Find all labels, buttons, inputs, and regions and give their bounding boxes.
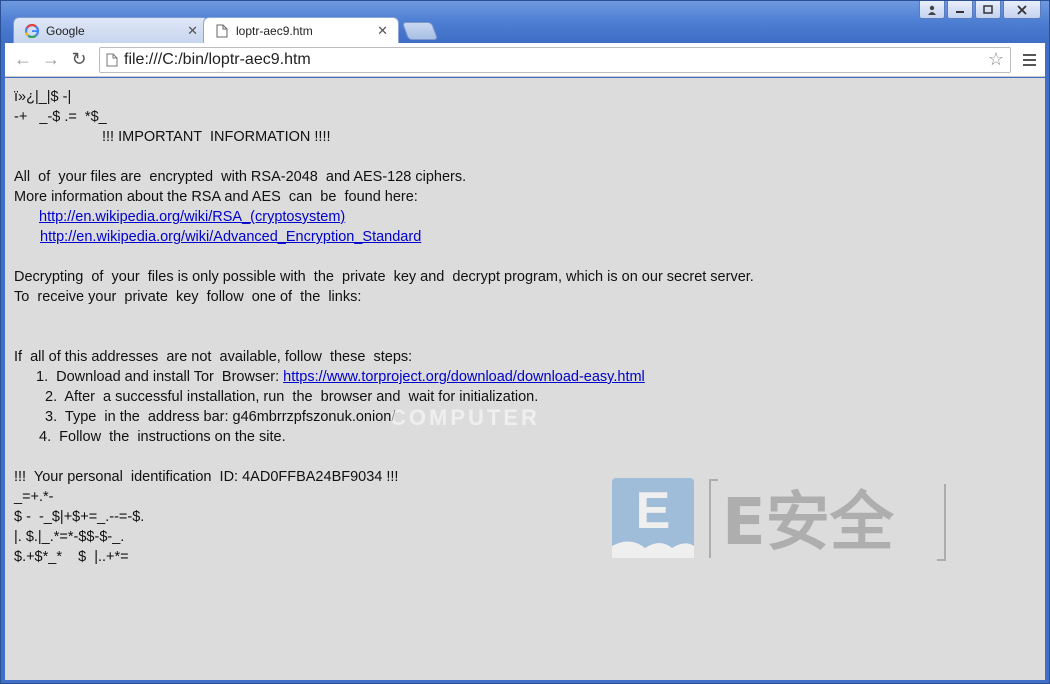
close-window-button[interactable]: [1003, 1, 1041, 19]
close-tab-icon[interactable]: ✕: [187, 23, 198, 39]
tab-title: Google: [46, 23, 85, 38]
minimize-button[interactable]: [947, 1, 973, 19]
page-icon: [106, 53, 118, 67]
step-item: 2. After a successful installation, run …: [45, 389, 539, 405]
tab-google[interactable]: Google ✕: [13, 17, 209, 43]
paragraph: Decrypting of your files is only possibl…: [14, 269, 754, 285]
tab-strip: Google ✕ loptr-aec9.htm ✕: [13, 17, 439, 43]
url-text[interactable]: file:///C:/bin/loptr-aec9.htm: [124, 51, 988, 69]
garbage-line: -+ _-$ .= *$_: [14, 109, 107, 125]
address-bar[interactable]: file:///C:/bin/loptr-aec9.htm ☆: [99, 46, 1011, 73]
forward-button[interactable]: →: [37, 47, 65, 73]
rsa-wiki-link[interactable]: http://en.wikipedia.org/wiki/RSA_(crypto…: [39, 208, 345, 226]
page-heading: !!! IMPORTANT INFORMATION !!!!: [102, 129, 331, 145]
garbage-line: _=+.*-: [14, 489, 54, 505]
new-tab-button[interactable]: [401, 22, 439, 40]
step-text: 1. Download and install Tor Browser:: [36, 369, 284, 385]
bookmark-star-icon[interactable]: ☆: [988, 49, 1004, 70]
paragraph: If all of this addresses are not availab…: [14, 349, 413, 365]
reload-button[interactable]: ↻: [65, 47, 93, 73]
window-controls: [919, 1, 1041, 19]
logo-letter: E: [636, 482, 671, 540]
garbage-line: $ - -_$|+$+=_.--=-$.: [14, 509, 145, 525]
logo-text: E安全: [722, 486, 895, 560]
step-item: 3. Type in the address bar: g46mbrrzpfsz…: [45, 409, 396, 425]
google-icon: [24, 23, 40, 39]
user-icon[interactable]: [919, 1, 945, 19]
tab-loptr[interactable]: loptr-aec9.htm ✕: [203, 17, 399, 43]
page-content: ï»¿|_|$ -| -+ _-$ .= *$_ !!! IMPORTANT I…: [5, 78, 1045, 680]
garbage-line: ï»¿|_|$ -|: [14, 89, 72, 105]
step-item: 1. Download and install Tor Browser: htt…: [36, 368, 645, 386]
close-tab-icon[interactable]: ✕: [377, 23, 388, 39]
back-button[interactable]: ←: [9, 47, 37, 73]
paragraph: All of your files are encrypted with RSA…: [14, 169, 467, 185]
paragraph: To receive your private key follow one o…: [14, 289, 362, 305]
tor-download-link[interactable]: https://www.torproject.org/download/down…: [283, 369, 645, 385]
browser-window: Google ✕ loptr-aec9.htm ✕ ← → ↻ file:///…: [0, 0, 1050, 684]
maximize-button[interactable]: [975, 1, 1001, 19]
watermark-text: COMPUTER: [390, 405, 540, 430]
step-item: 4. Follow the instructions on the site.: [39, 429, 286, 445]
garbage-line: $.+$*_* $ |..+*=: [14, 549, 129, 565]
watermark-logo: E E安全: [612, 478, 946, 561]
page-icon: [214, 23, 230, 39]
garbage-line: |. $.|_.*=*-$$-$-_.: [14, 529, 125, 545]
browser-toolbar: ← → ↻ file:///C:/bin/loptr-aec9.htm ☆: [5, 43, 1045, 77]
id-line: !!! Your personal identification ID: 4AD…: [14, 469, 399, 485]
menu-icon[interactable]: [1017, 47, 1041, 73]
aes-wiki-link[interactable]: http://en.wikipedia.org/wiki/Advanced_En…: [40, 228, 421, 246]
tab-title: loptr-aec9.htm: [236, 23, 313, 38]
paragraph: More information about the RSA and AES c…: [14, 189, 418, 205]
